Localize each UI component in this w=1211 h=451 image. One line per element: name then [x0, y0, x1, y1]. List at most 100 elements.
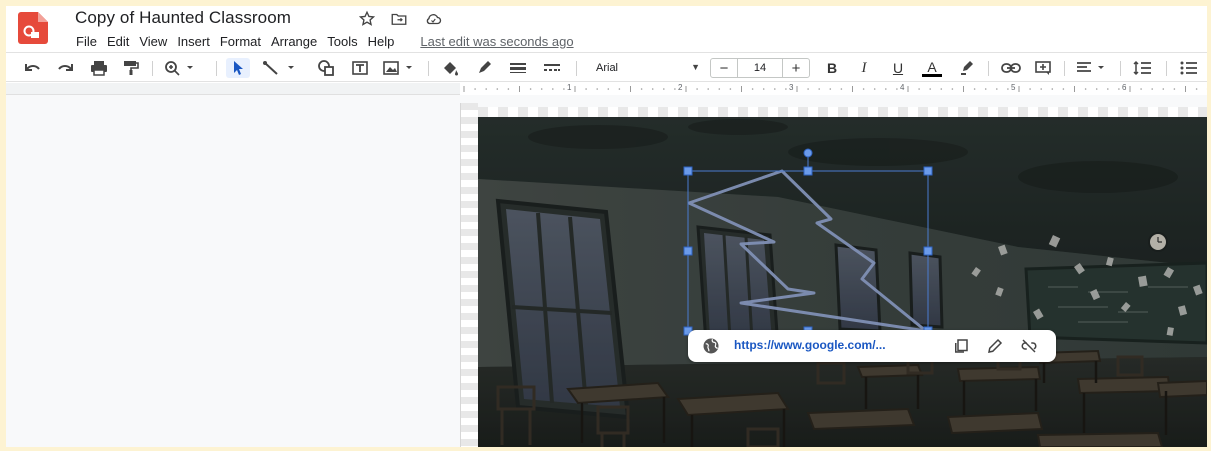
ruler-tick	[1162, 88, 1165, 90]
line-spacing-icon[interactable]	[1130, 58, 1154, 78]
chevron-down-icon: ▼	[691, 62, 700, 72]
menu-help[interactable]: Help	[364, 34, 399, 49]
font-select[interactable]: Arial ▼	[590, 60, 702, 78]
ruler-tick	[596, 88, 598, 90]
line-icon[interactable]	[260, 58, 300, 78]
ruler-label-2: 2	[678, 83, 683, 92]
ruler-tick	[1051, 88, 1054, 90]
cloud-status-icon[interactable]	[424, 10, 442, 28]
ruler-tick	[707, 88, 709, 90]
ruler-label-4: 4	[900, 83, 905, 92]
ruler-tick	[563, 88, 565, 90]
border-color-icon[interactable]	[472, 58, 496, 78]
ruler-tick	[507, 88, 510, 90]
text-color-button[interactable]: A	[920, 58, 944, 78]
edit-icon[interactable]	[986, 337, 1004, 355]
align-icon[interactable]	[1074, 58, 1112, 78]
ruler-tick	[984, 88, 987, 90]
document-title[interactable]: Copy of Haunted Classroom	[75, 8, 291, 28]
menu-edit[interactable]: Edit	[103, 34, 133, 49]
decrease-font-size-button[interactable]: −	[711, 59, 737, 77]
menu-insert[interactable]: Insert	[173, 34, 214, 49]
ruler-label-3: 3	[789, 83, 794, 92]
ruler-tick	[1007, 88, 1009, 90]
ruler-tick	[1107, 88, 1109, 90]
move-folder-icon[interactable]	[390, 10, 408, 28]
toolbar-divider	[1166, 61, 1167, 76]
ruler-tick	[1195, 88, 1198, 90]
select-icon[interactable]	[226, 58, 250, 78]
font-size-value[interactable]: 14	[737, 59, 783, 77]
menu-view[interactable]: View	[135, 34, 171, 49]
classroom-background-image[interactable]	[478, 117, 1207, 447]
zoom-icon[interactable]	[162, 58, 198, 78]
list-icon[interactable]	[1178, 58, 1200, 78]
paint-format-icon[interactable]	[120, 58, 142, 78]
ruler-tick	[729, 88, 732, 90]
ruler-tick	[818, 88, 820, 90]
menu-file[interactable]: File	[72, 34, 101, 49]
ruler-tick	[1095, 88, 1098, 90]
ruler-tick	[696, 88, 698, 90]
ruler-tick	[951, 88, 954, 90]
ruler-tick	[1084, 88, 1087, 90]
ruler-tick	[674, 88, 676, 90]
ruler-tick	[774, 88, 776, 90]
textbox-icon[interactable]	[348, 58, 372, 78]
undo-icon[interactable]	[22, 58, 44, 78]
underline-button[interactable]: U	[888, 58, 908, 78]
menu-bar: File Edit View Insert Format Arrange Too…	[72, 30, 574, 52]
shape-icon[interactable]	[314, 58, 338, 78]
border-dash-icon[interactable]	[540, 58, 564, 78]
link-url[interactable]: https://www.google.com/...	[734, 338, 886, 352]
comment-icon[interactable]	[1032, 58, 1054, 78]
ruler-tick	[1029, 88, 1031, 90]
ruler-tick	[785, 88, 787, 90]
ruler-tick	[885, 88, 887, 90]
toolbar-divider	[1064, 61, 1065, 76]
ruler-tick	[1118, 88, 1120, 90]
ruler-ticks	[463, 86, 1207, 92]
italic-button[interactable]: I	[854, 58, 874, 78]
ruler-tick	[840, 88, 843, 90]
unlink-icon[interactable]	[1020, 337, 1038, 355]
slides-logo-icon[interactable]	[18, 12, 48, 44]
ruler-tick	[762, 88, 765, 90]
star-icon[interactable]	[358, 10, 376, 28]
image-icon[interactable]	[380, 58, 420, 78]
vertical-ruler	[460, 103, 478, 447]
border-weight-icon[interactable]	[506, 58, 530, 78]
ruler-tick	[1062, 88, 1065, 90]
ruler-tick	[540, 88, 543, 90]
toolbar-divider	[988, 61, 989, 76]
highlight-icon[interactable]	[956, 58, 978, 78]
copy-icon[interactable]	[952, 337, 970, 355]
ruler-tick	[496, 88, 499, 90]
menu-format[interactable]: Format	[216, 34, 265, 49]
ruler-tick	[663, 88, 665, 90]
horizontal-ruler: 1 2 3 4 5 6	[6, 83, 1207, 95]
menu-arrange[interactable]: Arrange	[267, 34, 321, 49]
ruler-tick	[529, 88, 532, 90]
globe-icon	[702, 337, 720, 360]
ruler-tick	[1173, 88, 1176, 90]
slide-canvas[interactable]	[478, 117, 1207, 447]
text-color-letter: A	[927, 58, 937, 75]
menu-tools[interactable]: Tools	[323, 34, 361, 49]
print-icon[interactable]	[88, 58, 110, 78]
bold-button[interactable]: B	[822, 58, 842, 78]
increase-font-size-button[interactable]: +	[783, 59, 809, 77]
toolbar-divider	[428, 61, 429, 76]
ruler-tick	[718, 88, 721, 90]
last-edit-link[interactable]: Last edit was seconds ago	[420, 34, 573, 49]
ruler-tick	[918, 88, 920, 90]
ruler-tick	[640, 88, 643, 90]
redo-icon[interactable]	[54, 58, 76, 78]
ruler-tick	[973, 88, 976, 90]
fill-color-icon[interactable]	[438, 58, 462, 78]
link-icon[interactable]	[1000, 58, 1022, 78]
toolbar-divider	[152, 61, 153, 76]
slide-edge-ruler	[478, 107, 1207, 117]
toolbar-divider	[216, 61, 217, 76]
font-size-stepper[interactable]: − 14 +	[710, 58, 810, 78]
